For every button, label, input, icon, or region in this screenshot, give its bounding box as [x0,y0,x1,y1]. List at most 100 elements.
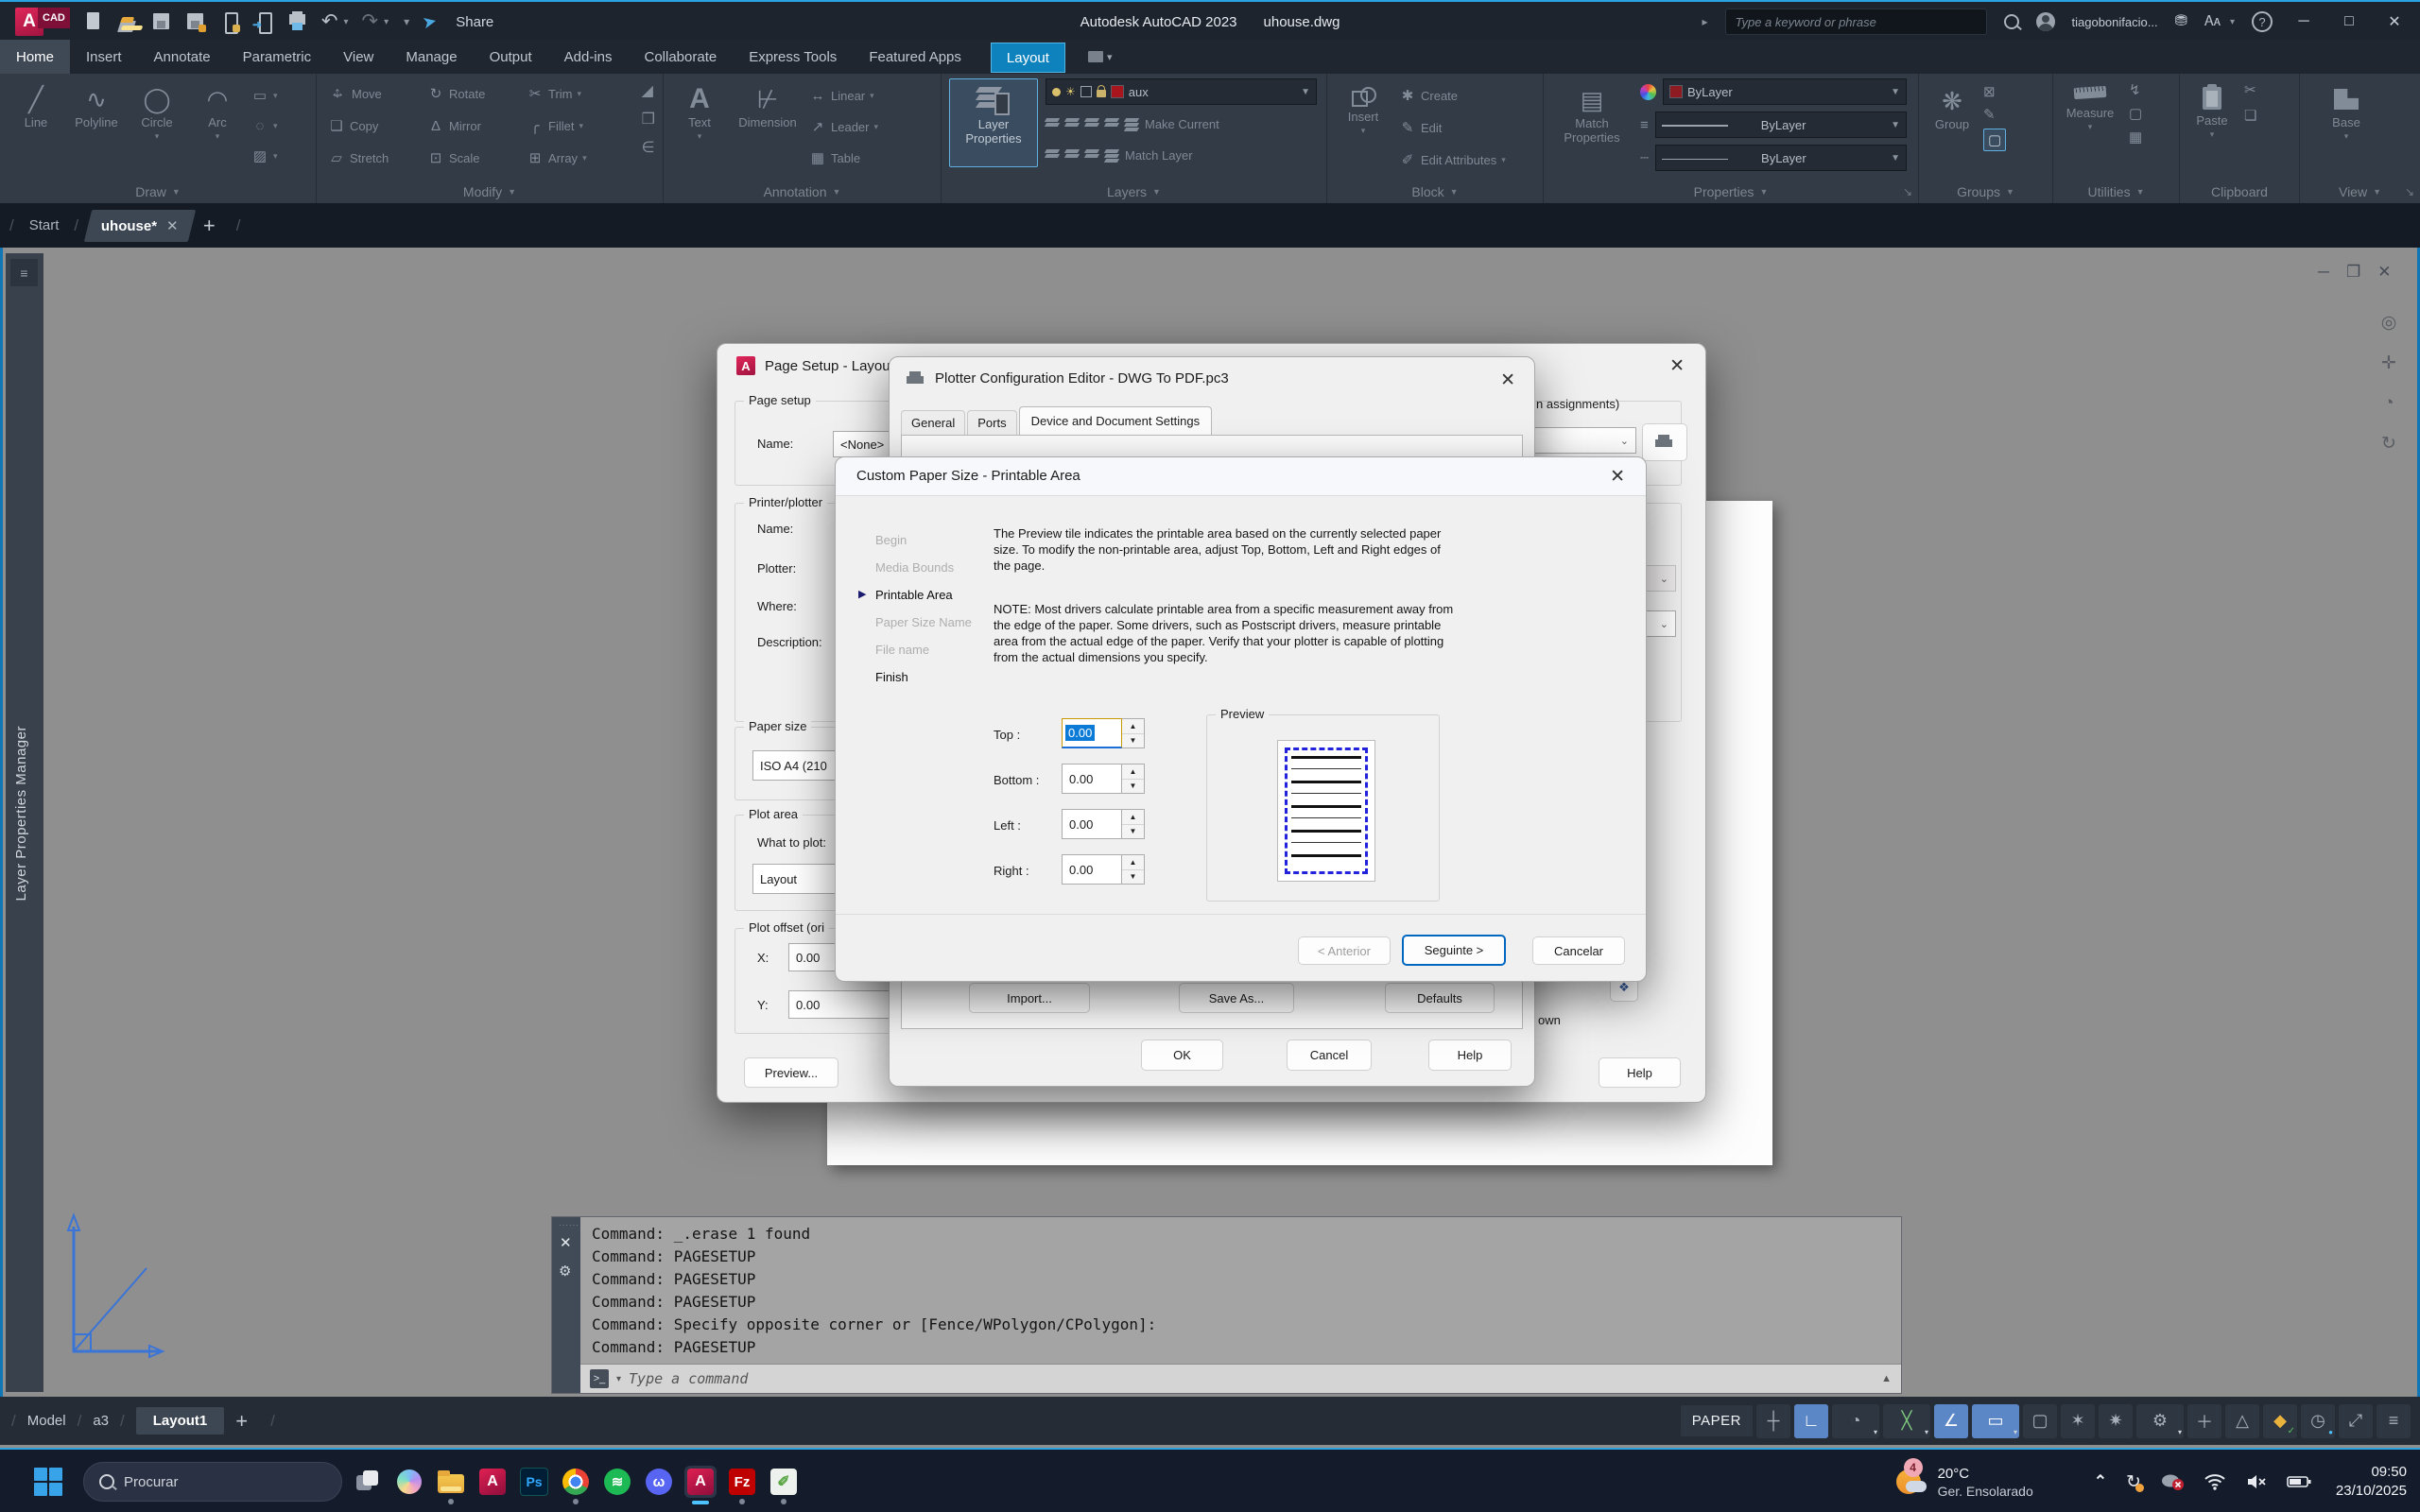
layer-icon-1[interactable] [1046,118,1061,130]
palette-menu-icon[interactable]: ≡ [10,259,38,286]
bottom-spinner[interactable]: ▲▼ [1122,764,1145,794]
user-name[interactable]: tiagobonifacio... [2072,15,2158,29]
arc-button[interactable]: ◠Arc▾ [191,77,244,168]
plotter-ok-button[interactable]: OK [1141,1040,1223,1071]
file-tab-start[interactable]: Start [24,217,65,233]
color-wheel-icon[interactable] [1640,84,1656,100]
explode-icon[interactable]: ❒ [642,110,655,129]
save-as-icon[interactable] [185,11,206,32]
file-tab-uhouse[interactable]: uhouse* ✕ [84,210,196,242]
tab-insert[interactable]: Insert [70,40,138,74]
layer-icon-2[interactable] [1065,118,1080,130]
panel-title-modify[interactable]: Modify▼ [317,180,663,203]
pan-icon[interactable]: ✛ [2375,352,2403,374]
weather-widget[interactable]: 20°C Ger. Ensolarado [1938,1465,2033,1500]
file-explorer-button[interactable] [435,1466,467,1498]
base-button[interactable]: Base▾ [2323,81,2370,142]
command-expand-icon[interactable]: ▲ [1881,1373,1892,1384]
zoom-extents-icon[interactable]: ◔ [2375,393,2403,414]
onedrive-error-icon[interactable] [2160,1472,2185,1491]
plotter-close-icon[interactable]: ✕ [1500,369,1515,391]
fillet-button[interactable]: ╭Fillet▾ [527,113,626,138]
file-tab-close-icon[interactable]: ✕ [166,217,179,234]
create-block-button[interactable]: ✱Create [1399,83,1506,108]
paste-button[interactable]: Paste▾ [2191,79,2233,140]
wizard-step-paper-size-name[interactable]: Paper Size Name [875,615,972,629]
cancelar-button[interactable]: Cancelar [1532,936,1625,965]
filezilla-button[interactable]: Fz [726,1466,758,1498]
a3-tab[interactable]: a3 [93,1413,109,1429]
weather-widget-icon[interactable]: 4 [1896,1466,1928,1498]
annotation-scale-menu[interactable]: ⚙▾ [2136,1404,2184,1438]
minimize-button[interactable]: ─ [2290,13,2318,30]
match-layer-button[interactable]: Match Layer [1046,143,1317,167]
orbit-icon[interactable]: ↻ [2375,433,2403,455]
cut-icon[interactable]: ✂ [2244,81,2256,98]
ortho-mode-toggle[interactable]: ∟ [1794,1404,1828,1438]
share-button[interactable]: Share [456,14,493,30]
insert-button[interactable]: Insert▾ [1337,79,1390,172]
properties-expand-icon[interactable]: ↘ [1903,185,1912,198]
select-similar-icon[interactable]: ▢ [2129,105,2142,122]
notepadpp-button[interactable]: ✐ [768,1466,800,1498]
save-icon[interactable] [151,11,172,32]
layer-properties-button[interactable]: Layer Properties [949,78,1038,167]
polyline-button[interactable]: ∿Polyline [70,77,123,168]
dynamic-input-toggle[interactable]: ∠ [1934,1404,1968,1438]
preview-button[interactable]: Preview... [744,1057,838,1088]
panel-title-layers[interactable]: Layers▼ [942,180,1326,203]
selection-cycling-toggle[interactable]: ▢ [2023,1404,2057,1438]
copy-button[interactable]: ❏Copy [328,113,427,138]
tab-express-tools[interactable]: Express Tools [733,40,853,74]
undo-caret-icon[interactable]: ▾ [343,17,348,27]
autocad-running-button[interactable]: A [684,1466,717,1498]
view-expand-icon[interactable]: ↘ [2405,185,2414,198]
app-store-icon[interactable]: ⛃ [2175,11,2187,32]
panel-title-view[interactable]: View▼ [2300,180,2420,203]
autocad-pinned-button[interactable]: A [476,1466,509,1498]
text-button[interactable]: AText▾ [673,77,726,170]
left-spinner[interactable]: ▲▼ [1122,809,1145,839]
polar-tracking-toggle[interactable]: ◔▾ [1832,1404,1879,1438]
quick-select-icon[interactable]: ↯ [2129,81,2142,98]
line-button[interactable]: ╱Line [9,77,62,168]
defaults-button[interactable]: Defaults [1385,983,1495,1013]
command-history[interactable]: Command: _.erase 1 found Command: PAGESE… [580,1217,1901,1364]
command-line-grip[interactable]: ······ ✕ ⚙ [552,1217,580,1393]
tab-device-document-settings[interactable]: Device and Document Settings [1019,406,1212,435]
group-edit-icon[interactable]: ✎ [1983,106,2006,123]
command-close-icon[interactable]: ✕ [560,1234,572,1251]
edit-block-button[interactable]: ✎Edit [1399,115,1506,140]
wrench-icon[interactable]: ⚙ [559,1263,571,1280]
edit-plot-style-button[interactable] [1642,423,1687,461]
ribbon-display-toggle[interactable]: ▾ [1088,40,1113,74]
copilot-button[interactable] [393,1466,425,1498]
trim-button[interactable]: ✂Trim▾ [527,81,626,106]
top-field[interactable]: 0.00 [1062,718,1122,748]
left-field[interactable]: 0.00 [1062,809,1122,839]
panel-title-draw[interactable]: Draw▼ [0,180,316,203]
new-file-icon[interactable] [83,11,104,32]
command-input[interactable]: Type a command [629,1370,748,1387]
lineweight-list-icon[interactable]: ≡ [1640,117,1649,133]
tab-layout[interactable]: Layout [991,43,1065,73]
qat-menu-icon[interactable]: ▾ [404,15,409,28]
layout1-tab[interactable]: Layout1 [136,1407,225,1435]
make-current-button[interactable]: Make Current [1046,112,1317,136]
dimension-button[interactable]: ⊬Dimension [732,77,804,170]
graphics-performance-toggle[interactable]: ◆✓ [2263,1404,2297,1438]
undo-icon[interactable]: ↶ [321,11,338,32]
wizard-step-begin[interactable]: Begin [875,533,972,547]
drawing-close-icon[interactable]: ✕ [2377,263,2391,282]
taskbar-clock[interactable]: 09:50 23/10/2025 [2336,1463,2407,1501]
new-layout-button[interactable]: + [235,1409,248,1434]
layer-icon-5[interactable] [1046,149,1061,162]
panel-title-utilities[interactable]: Utilities▼ [2053,180,2179,203]
copy-clip-icon[interactable]: ❏ [2244,107,2256,124]
autodesk-account-icon[interactable]: 🗛 [2204,11,2221,32]
search-icon[interactable] [2004,14,2019,29]
seguinte-button[interactable]: Seguinte > [1402,935,1506,966]
save-as-button[interactable]: Save As... [1179,983,1294,1013]
navigation-wheel-icon[interactable]: ◎ [2375,312,2403,334]
leader-button[interactable]: ↗Leader▾ [809,114,878,139]
